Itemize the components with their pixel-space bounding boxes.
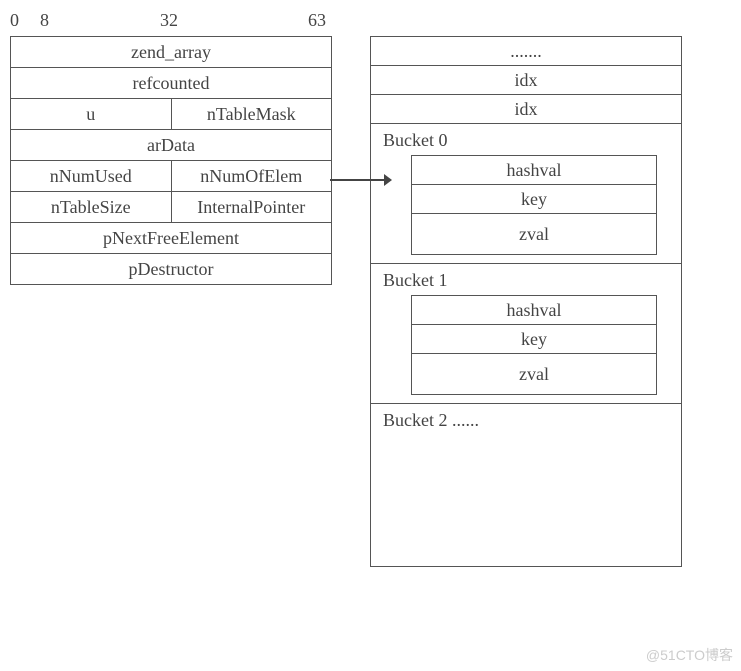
bucket-0: Bucket 0 hashval key zval <box>371 124 681 264</box>
bucket-zval: zval <box>412 214 656 254</box>
offset-32: 32 <box>160 10 178 31</box>
hash-slot-idx: idx <box>371 95 681 124</box>
field-nnumofelem: nNumOfElem <box>172 161 332 191</box>
field-nnumused: nNumUsed <box>11 161 172 191</box>
field-ardata: arData <box>11 130 331 160</box>
offset-63: 63 <box>308 10 326 31</box>
field-zend-array: zend_array <box>11 37 331 67</box>
bucket-key: key <box>412 325 656 354</box>
field-ntablemask: nTableMask <box>172 99 332 129</box>
bucket-key: key <box>412 185 656 214</box>
buckets-array: ....... idx idx Bucket 0 hashval key zva… <box>370 36 682 567</box>
watermark: @51CTO博客 <box>646 645 733 665</box>
field-ntablesize: nTableSize <box>11 192 172 222</box>
bit-offsets-ruler: 0 8 32 63 <box>10 10 330 32</box>
field-internalpointer: InternalPointer <box>172 192 332 222</box>
field-pdestructor: pDestructor <box>11 254 331 284</box>
offset-8: 8 <box>40 10 49 31</box>
field-u: u <box>11 99 172 129</box>
field-refcounted: refcounted <box>11 68 331 98</box>
hash-slot-dots: ....... <box>371 37 681 66</box>
bucket-1-label: Bucket 1 <box>379 268 673 295</box>
bucket-1: Bucket 1 hashval key zval <box>371 264 681 404</box>
offset-0: 0 <box>10 10 19 31</box>
hash-slot-idx: idx <box>371 66 681 95</box>
bucket-hashval: hashval <box>412 296 656 325</box>
ardata-arrow-icon <box>330 170 392 190</box>
bucket-2: Bucket 2 ...... <box>371 404 681 566</box>
bucket-0-label: Bucket 0 <box>379 128 673 155</box>
field-pnextfreeelement: pNextFreeElement <box>11 223 331 253</box>
bucket-hashval: hashval <box>412 156 656 185</box>
zend-array-struct: 0 8 32 63 zend_array refcounted u nTable… <box>10 10 330 285</box>
bucket-zval: zval <box>412 354 656 394</box>
bucket-2-label: Bucket 2 ...... <box>379 408 673 435</box>
